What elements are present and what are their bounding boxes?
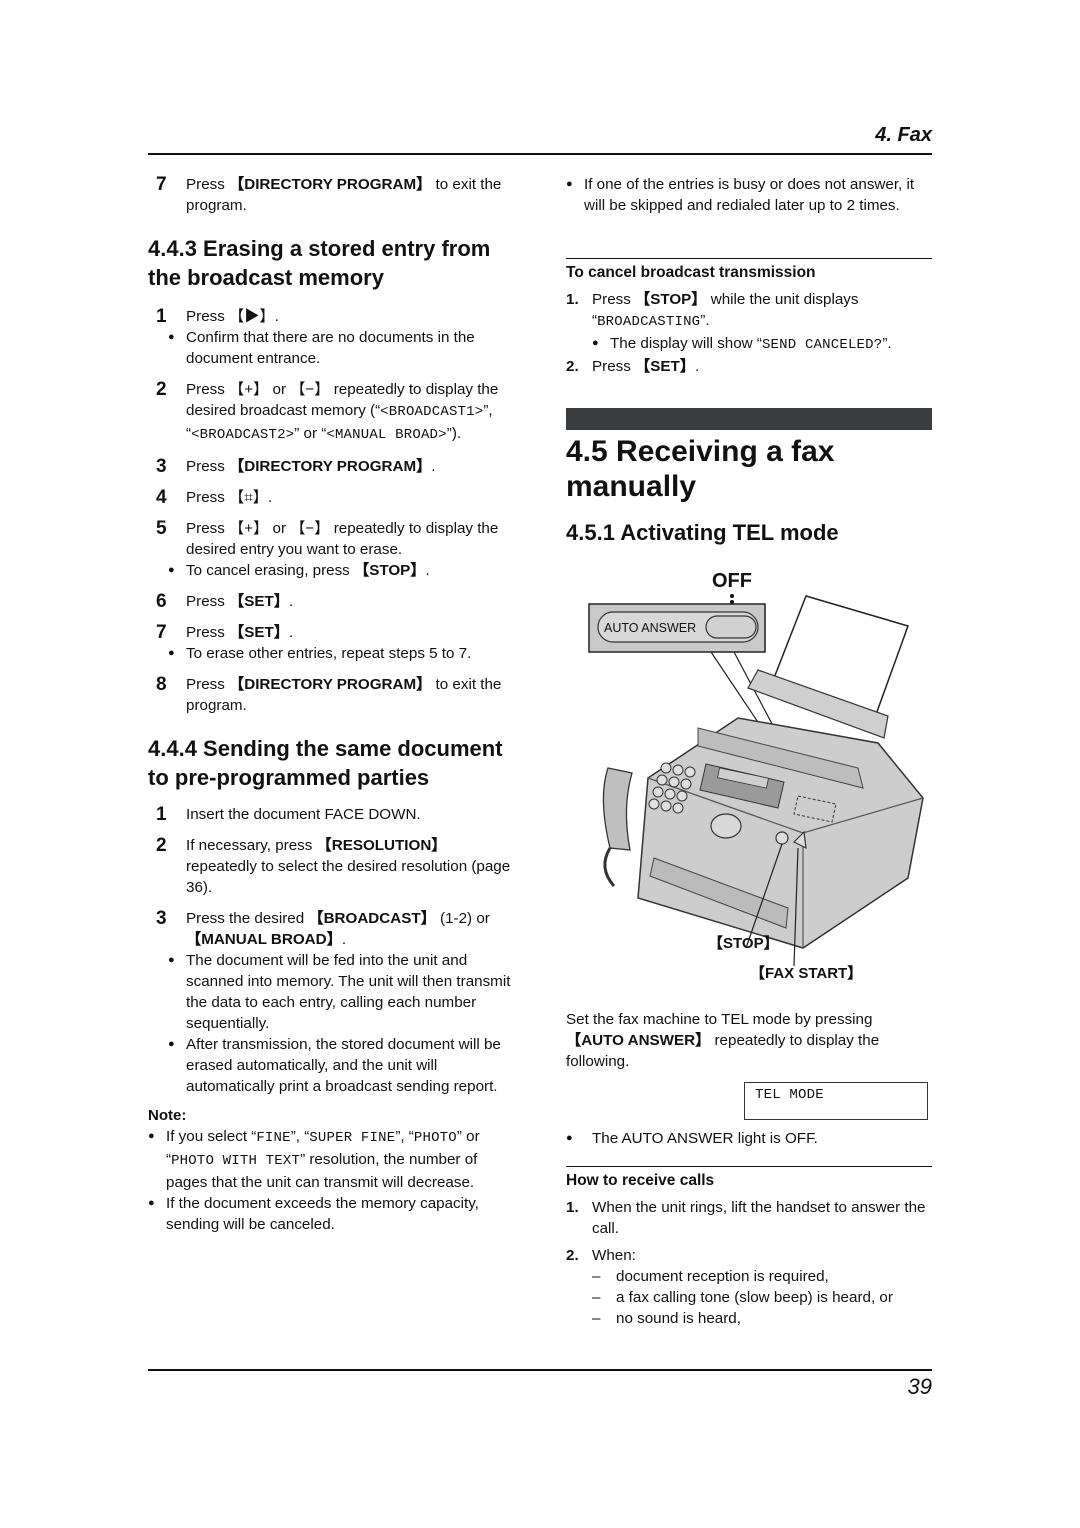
divider [566, 258, 932, 259]
step-8: 8 Press 【DIRECTORY PROGRAM】 to exit the p… [156, 674, 502, 714]
step-1: 1 Press 【▶】. [156, 306, 279, 327]
key-directory-program: 【DIRECTORY PROGRAM】 [229, 176, 432, 193]
dash-item: a fax calling tone (slow beep) is heard,… [566, 1287, 932, 1308]
bullet: After transmission, the stored document … [160, 1034, 518, 1097]
ordered-step: 2. Press 【SET】. [566, 358, 700, 375]
lcd-display: TEL MODE [744, 1082, 928, 1120]
step-5: 5 Press 【+】 or 【−】 repeatedly to display … [156, 518, 499, 558]
divider [566, 1166, 932, 1167]
bullet: If one of the entries is busy or does no… [566, 174, 932, 216]
chapter-title: 4. Fax [875, 124, 932, 146]
section-4-5-1-heading: 4.5.1 Activating TEL mode [566, 520, 839, 545]
note-label: Note: [148, 1107, 187, 1124]
auto-answer-label: AUTO ANSWER [604, 621, 697, 635]
ordered-step: 1. When the unit rings, lift the handset … [566, 1199, 926, 1237]
fax-start-label: 【FAX START】 [750, 965, 863, 982]
left-column: 7 Press 【DIRECTORY PROGRAM】 to exit the p… [148, 174, 518, 1235]
receive-heading: How to receive calls [566, 1172, 715, 1189]
step-3: 3 Press the desired 【BROADCAST】 (1-2) or … [156, 908, 490, 948]
stop-label: 【STOP】 [708, 935, 779, 952]
bullet: The AUTO ANSWER light is OFF. [566, 1128, 932, 1149]
note-item: If you select “FINE”, “SUPER FINE”, “PHO… [148, 1126, 518, 1193]
section-4-5-heading: 4.5 Receiving a fax manually [566, 435, 835, 503]
receive-section: How to receive calls 1. When the unit rin… [566, 1170, 932, 1329]
bullet: Confirm that there are no documents in t… [160, 327, 518, 369]
section-4-5: 4.5 Receiving a fax manually 4.5.1 Activ… [566, 434, 932, 547]
note-item: If the document exceeds the memory capac… [148, 1193, 518, 1235]
footer-rule [148, 1369, 932, 1371]
step-7: 7 Press 【SET】. [156, 622, 294, 643]
cancel-section: To cancel broadcast transmission 1. Press… [566, 262, 932, 377]
step-1: 1 Insert the document FACE DOWN. [156, 804, 421, 825]
bullet: The document will be fed into the unit a… [160, 950, 518, 1034]
set-tel-mode-text: Set the fax machine to TEL mode by press… [566, 1011, 880, 1070]
page-number: 39 [907, 1374, 932, 1399]
bullet: To cancel erasing, press 【STOP】. [160, 560, 518, 581]
step-2: 2 If necessary, press 【RESOLUTION】 repeat… [156, 835, 511, 896]
bullet: To erase other entries, repeat steps 5 t… [160, 643, 518, 664]
step-7-exit: 7 Press 【DIRECTORY PROGRAM】 to exit the p… [156, 174, 502, 214]
section-4-4-3-heading: 4.4.3 Erasing a stored entry from the br… [148, 236, 491, 290]
tel-mode-instructions: Set the fax machine to TEL mode by press… [566, 1009, 932, 1149]
ordered-step: 1. Press 【STOP】 while the unit displays “… [566, 291, 859, 330]
dash-item: no sound is heard, [566, 1308, 932, 1329]
step-4: 4 Press 【⌗】. [156, 487, 273, 508]
step-3: 3 Press 【DIRECTORY PROGRAM】. [156, 456, 436, 477]
right-column: If one of the entries is busy or does no… [566, 174, 932, 216]
section-bar [566, 408, 932, 430]
step-2: 2 Press 【+】 or 【−】 repeatedly to display … [156, 379, 499, 443]
dash-item: document reception is required, [566, 1266, 932, 1287]
fax-machine-figure: OFF AUTO ANSWER 【STOP】 【FAX START】 [588, 568, 938, 988]
header-rule [148, 153, 932, 155]
bullet: The display will show “SEND CANCELED?”. [584, 333, 932, 356]
cancel-heading: To cancel broadcast transmission [566, 264, 816, 281]
step-6: 6 Press 【SET】. [156, 591, 294, 612]
ordered-step: 2. When: [566, 1247, 636, 1264]
section-4-4-4-heading: 4.4.4 Sending the same document to pre-p… [148, 736, 503, 790]
